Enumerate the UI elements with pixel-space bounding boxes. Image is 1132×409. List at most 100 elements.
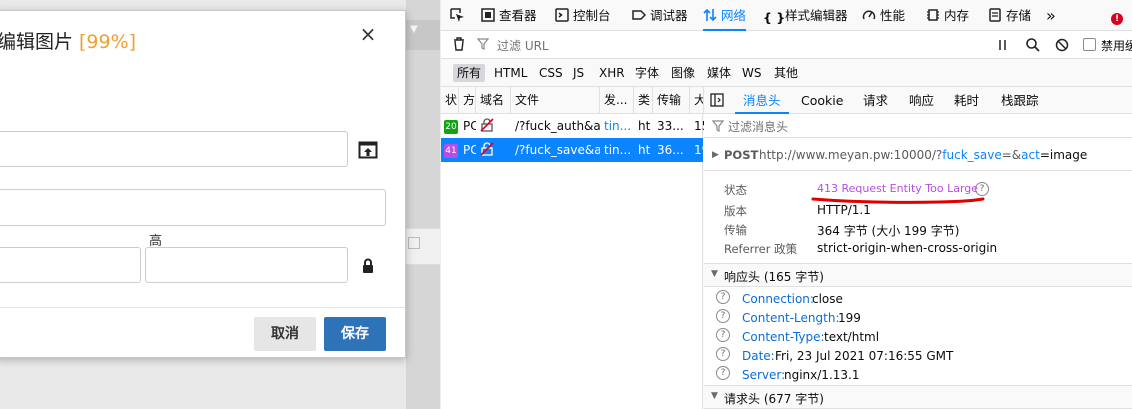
network-filter-bar: 过滤 URL 禁用缓	[441, 31, 1132, 59]
element-picker-icon[interactable]	[449, 0, 465, 31]
column-header-6[interactable]: 传输	[653, 87, 690, 114]
type-filter-5[interactable]: 字体	[631, 64, 663, 82]
image-description-input[interactable]	[0, 189, 386, 226]
debugger-icon	[632, 10, 646, 20]
search-icon[interactable]	[1025, 37, 1041, 53]
pause-icon[interactable]	[997, 37, 1009, 53]
toggle-sidebar-icon[interactable]	[710, 93, 724, 107]
insecure-lock-icon	[480, 118, 494, 132]
tab-debugger[interactable]: 调试器	[632, 0, 688, 31]
summary-label: 版本	[724, 204, 747, 218]
request-initiator: tin...	[604, 143, 632, 157]
type-filter-9[interactable]: 其他	[770, 64, 802, 82]
summary-label: 状态	[724, 183, 747, 197]
image-height-input[interactable]	[145, 247, 348, 283]
type-filter-7[interactable]: 媒体	[703, 64, 735, 82]
type-filter-6[interactable]: 图像	[667, 64, 699, 82]
image-url-input[interactable]	[0, 131, 348, 167]
type-filter-2[interactable]: CSS	[535, 64, 567, 82]
tab-performance[interactable]: 性能	[862, 0, 905, 31]
tab-memory-label: 内存	[944, 8, 970, 23]
request-transferred: 33...	[657, 119, 684, 133]
request-url-mid: =&	[1001, 148, 1022, 162]
column-header-3[interactable]: 文件	[511, 87, 600, 114]
request-headers-section[interactable]: ▼ 请求头 (677 字节)	[704, 385, 1132, 409]
column-header-5[interactable]: 类	[634, 87, 653, 114]
request-type-filters: 所有 HTML CSS JS XHR 字体 图像 媒体 WS 其他	[441, 59, 1132, 87]
request-transferred: 36...	[657, 143, 684, 157]
cancel-button[interactable]: 取消	[254, 317, 316, 351]
column-header-1[interactable]: 方	[459, 87, 476, 114]
summary-value: strict-origin-when-cross-origin	[817, 241, 998, 255]
tab-inspector[interactable]: 查看器	[481, 0, 537, 31]
column-header-0[interactable]: 状	[441, 87, 459, 114]
details-tab-0[interactable]: 消息头	[735, 87, 788, 114]
request-row[interactable]: 41 PC /?fuck_save&ac tin... ht 36... 19	[441, 138, 704, 162]
tab-style-editor[interactable]: { }样式编辑器	[763, 0, 848, 31]
header-value: 199	[838, 311, 861, 325]
help-icon[interactable]: ?	[716, 366, 730, 380]
details-tab-1[interactable]: Cookie	[801, 87, 843, 114]
request-file: /?fuck_auth&ac	[515, 119, 600, 133]
details-tab-3[interactable]: 响应	[909, 87, 934, 114]
type-filter-4[interactable]: XHR	[595, 64, 629, 82]
more-tools-icon[interactable]: »	[1046, 0, 1056, 31]
close-icon[interactable]: ×	[357, 23, 379, 45]
details-tab-2[interactable]: 请求	[863, 87, 888, 114]
column-header-4[interactable]: 发...	[600, 87, 634, 114]
tab-console[interactable]: 控制台	[555, 0, 611, 31]
help-icon[interactable]: ?	[716, 347, 730, 361]
tab-performance-label: 性能	[880, 8, 906, 23]
details-tab-5[interactable]: 栈跟踪	[1001, 87, 1039, 114]
tab-style-editor-label: 样式编辑器	[785, 8, 848, 23]
type-filter-3[interactable]: JS	[569, 64, 588, 82]
error-icon[interactable]: !	[1111, 0, 1123, 31]
response-headers-section[interactable]: ▼ 响应头 (165 字节)	[704, 263, 1132, 287]
request-method-cell: PC	[463, 143, 476, 157]
help-icon[interactable]: ?	[716, 309, 730, 323]
tab-network[interactable]: 网络	[703, 0, 747, 31]
summary-label: Referrer 政策	[724, 242, 798, 256]
upload-icon[interactable]	[358, 140, 378, 160]
lock-icon[interactable]	[361, 258, 375, 274]
request-url-prefix: http://www.meyan.pw:10000/?	[759, 148, 943, 162]
expand-url-icon[interactable]: ▶	[712, 148, 722, 162]
save-button[interactable]: 保存	[324, 317, 386, 351]
column-header-2[interactable]: 域名	[476, 87, 511, 114]
url-filter-input[interactable]: 过滤 URL	[497, 37, 977, 53]
network-icon	[703, 8, 717, 22]
request-url-end: =image	[1039, 148, 1088, 162]
insecure-lock-icon	[480, 142, 494, 156]
image-width-input[interactable]	[0, 247, 141, 283]
tab-storage[interactable]: 存储	[988, 0, 1031, 31]
details-tabs: 消息头 Cookie 请求 响应 耗时 栈跟踪	[704, 87, 1132, 114]
request-domain-cell	[476, 138, 511, 162]
help-icon[interactable]: ?	[716, 328, 730, 342]
type-filter-8[interactable]: WS	[738, 64, 765, 82]
help-icon[interactable]: ?	[716, 290, 730, 304]
request-headers-title: 请求头 (677 字节)	[724, 392, 824, 406]
tab-inspector-label: 查看器	[499, 8, 537, 23]
request-row[interactable]: 20 PC /?fuck_auth&ac tin... ht 33... 15	[441, 114, 704, 138]
details-tab-4[interactable]: 耗时	[954, 87, 979, 114]
tab-memory[interactable]: 内存	[926, 0, 969, 31]
headers-filter-input[interactable]: 过滤消息头	[728, 118, 1118, 134]
block-icon[interactable]	[1054, 37, 1070, 53]
request-file: /?fuck_save&ac	[515, 143, 600, 157]
type-filter-0[interactable]: 所有	[453, 64, 486, 82]
edit-image-dialog: 编辑图片 [99%] × 高 取消 保存	[0, 10, 406, 358]
type-filter-1[interactable]: HTML	[490, 64, 531, 82]
upload-progress: [99%]	[79, 31, 137, 53]
request-domain-cell	[476, 114, 511, 138]
request-url[interactable]: http://www.meyan.pw:10000/?fuck_save=&ac…	[759, 148, 1087, 162]
request-url-key2: act	[1021, 148, 1040, 162]
details-divider	[704, 170, 1132, 171]
tab-storage-label: 存储	[1006, 8, 1032, 23]
request-status: 41	[441, 138, 459, 162]
header-name: Content-Length:	[742, 311, 840, 325]
request-url-key1: fuck_save	[942, 148, 1002, 162]
disable-cache-label: 禁用缓	[1101, 39, 1132, 53]
column-header-7[interactable]: 大	[690, 87, 704, 114]
trash-icon[interactable]	[451, 36, 467, 52]
disable-cache-checkbox[interactable]	[1083, 38, 1096, 51]
